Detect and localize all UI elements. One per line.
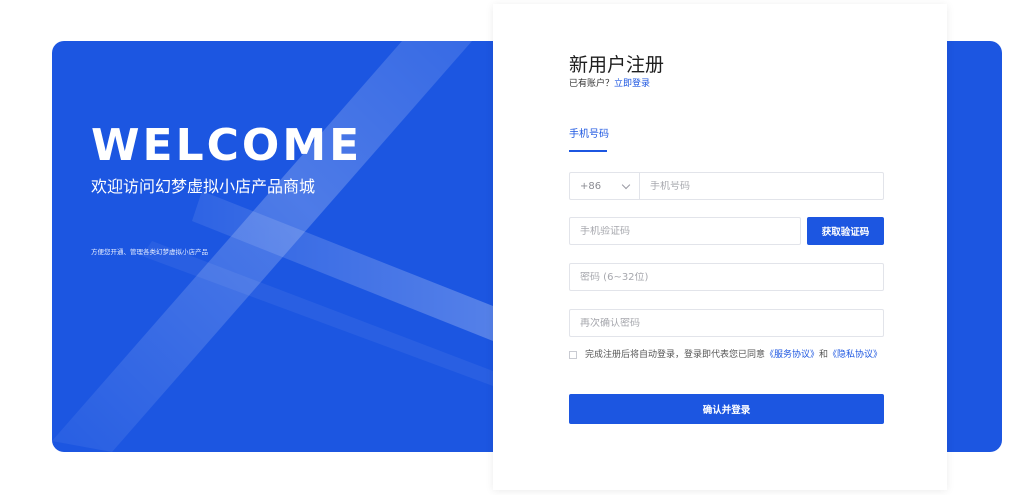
agreement-text: 完成注册后将自动登录，登录即代表您已同意	[585, 350, 766, 360]
have-account-text: 已有账户？	[569, 79, 615, 89]
page-title: 新用户注册	[569, 54, 665, 76]
phone-input[interactable]	[650, 180, 883, 192]
login-link[interactable]: 立即登录	[614, 79, 650, 89]
get-code-button[interactable]: 获取验证码	[807, 217, 884, 245]
tab-phone[interactable]: 手机号码	[569, 126, 609, 144]
country-code-value: +86	[580, 180, 602, 192]
chevron-down-icon	[621, 180, 631, 189]
submit-button[interactable]: 确认并登录	[569, 394, 884, 424]
service-agreement-link[interactable]: 《服务协议》	[765, 350, 819, 360]
register-page: WELCOME 欢迎访问幻梦虚拟小店产品商城 方便您开通、管理各类幻梦虚拟小店产…	[0, 0, 1024, 495]
phone-row: +86	[569, 172, 884, 200]
agreement-and: 和	[819, 350, 829, 360]
password-field	[569, 263, 884, 291]
country-code-select[interactable]: +86	[570, 173, 640, 199]
privacy-agreement-link[interactable]: 《隐私协议》	[828, 350, 882, 360]
welcome-subheading: 欢迎访问幻梦虚拟小店产品商城	[91, 177, 316, 196]
sms-code-field	[569, 217, 801, 245]
welcome-heading: WELCOME	[91, 120, 363, 171]
confirm-password-input[interactable]	[580, 317, 883, 329]
agreement-line: 完成注册后将自动登录，登录即代表您已同意《服务协议》和《隐私协议》	[569, 349, 887, 361]
tab-active-indicator	[569, 150, 607, 152]
sms-code-input[interactable]	[580, 225, 800, 237]
password-input[interactable]	[580, 271, 883, 283]
register-card: 新用户注册 已有账户？立即登录 手机号码 +86 获取验证码 完成注册后将自动	[493, 4, 947, 490]
welcome-note: 方便您开通、管理各类幻梦虚拟小店产品	[91, 248, 208, 256]
agreement-checkbox[interactable]	[569, 350, 577, 359]
phone-input-wrap	[640, 180, 883, 192]
have-account-line: 已有账户？立即登录	[569, 78, 650, 90]
confirm-password-field	[569, 309, 884, 337]
